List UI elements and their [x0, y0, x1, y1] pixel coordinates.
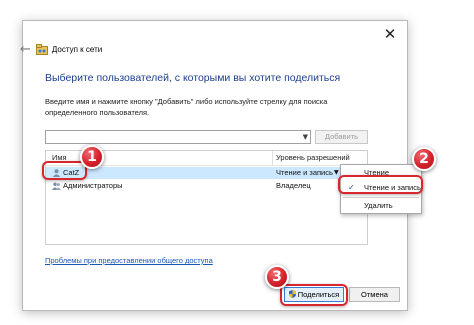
permission-value: Владелец [276, 181, 311, 190]
table-row-admins[interactable]: Администраторы Владелец [46, 180, 367, 192]
step-badge-1: 1 [80, 145, 104, 169]
user-name-input[interactable]: ▼ [45, 130, 311, 144]
instructions-text: Введите имя и нажмите кнопку "Добавить" … [45, 97, 328, 117]
step-badge-3: 3 [265, 265, 289, 289]
highlight-share-button [280, 284, 348, 306]
permission-value[interactable]: Чтение и запись [276, 167, 333, 179]
menu-item-remove[interactable]: Удалить [341, 200, 421, 211]
add-button[interactable]: Добавить [315, 130, 368, 144]
network-share-icon [35, 43, 48, 55]
menu-item-label: Удалить [364, 201, 393, 210]
page-heading: Выберите пользователей, с которыми вы хо… [45, 72, 341, 84]
dialog-title: Доступ к сети [51, 44, 103, 54]
group-name: Администраторы [63, 181, 123, 190]
highlight-user-row [42, 161, 87, 180]
menu-separator [343, 197, 419, 198]
sharing-troubleshoot-link[interactable]: Проблемы при предоставлении общего досту… [45, 256, 213, 265]
column-header-permission[interactable]: Уровень разрешений [276, 151, 350, 165]
users-group-icon [52, 182, 61, 190]
chevron-down-icon[interactable]: ▼ [303, 131, 308, 144]
step-badge-2: 2 [412, 147, 436, 171]
column-divider [272, 151, 273, 165]
back-arrow-icon[interactable]: ← [20, 42, 31, 57]
highlight-read-write-option [338, 175, 423, 194]
dialog-header: ← Доступ к сети [20, 41, 102, 57]
close-icon[interactable]: ✕ [379, 24, 401, 44]
cancel-button[interactable]: Отмена [349, 287, 400, 302]
